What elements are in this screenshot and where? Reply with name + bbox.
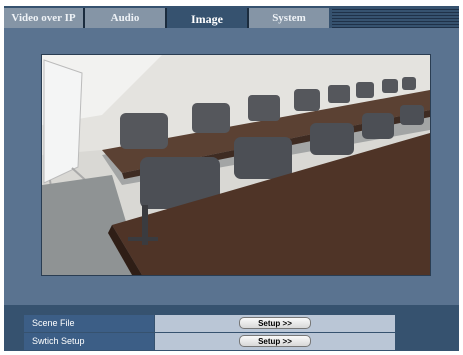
tab-video-over-ip[interactable]: Video over IP xyxy=(4,8,83,28)
switch-setup-label: Swtich Setup xyxy=(24,333,154,350)
conference-room-photo xyxy=(42,55,430,275)
scene-file-setup-button[interactable]: Setup >> xyxy=(239,317,311,329)
scene-file-label: Scene File xyxy=(24,315,154,332)
image-panel xyxy=(4,28,459,305)
scene-file-value: Setup >> xyxy=(155,315,395,332)
switch-setup-value: Setup >> xyxy=(155,333,395,350)
tab-audio[interactable]: Audio xyxy=(85,8,165,28)
tab-bar: Video over IP Audio Image System xyxy=(4,6,459,28)
settings-panel: Scene File Setup >> Swtich Setup Setup >… xyxy=(4,305,459,351)
camera-feed-image xyxy=(41,54,431,276)
window-frame: Video over IP Audio Image System Scene F… xyxy=(4,6,459,351)
tab-image[interactable]: Image xyxy=(167,6,247,28)
tab-bar-stripes xyxy=(332,9,459,28)
switch-setup-row: Swtich Setup Setup >> xyxy=(24,333,395,350)
switch-setup-button[interactable]: Setup >> xyxy=(239,335,311,347)
tab-system[interactable]: System xyxy=(249,8,329,28)
scene-file-row: Scene File Setup >> xyxy=(24,315,395,332)
